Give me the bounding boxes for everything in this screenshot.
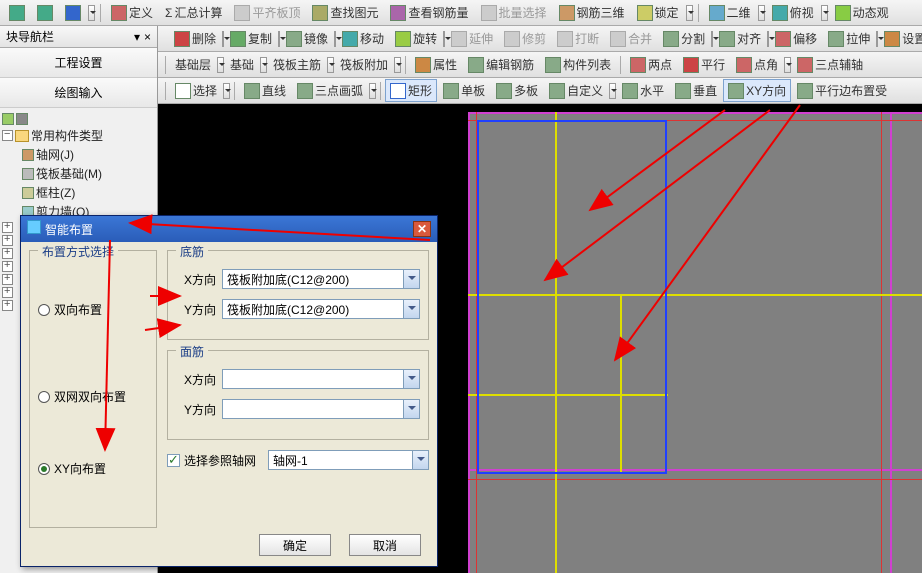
ok-button[interactable]: 确定: [259, 534, 331, 556]
find-button[interactable]: 查找图元: [307, 1, 383, 24]
top-rebar-label: 面筋: [176, 343, 208, 360]
lock-button[interactable]: 锁定: [632, 1, 684, 24]
radio-dualnet[interactable]: 双网双向布置: [38, 388, 148, 405]
tree-root[interactable]: 常用构件类型: [2, 126, 155, 145]
list-button[interactable]: 构件列表: [540, 53, 616, 76]
viewbar-button[interactable]: 查看钢筋量: [385, 1, 473, 24]
vert-button[interactable]: 垂直: [670, 79, 722, 102]
arc-button[interactable]: 三点画弧: [292, 79, 368, 102]
nav-title: 块导航栏 ▾ ×: [0, 26, 157, 48]
paraedge-button[interactable]: 平行边布置受: [792, 79, 892, 102]
floor-combo[interactable]: 基础层: [170, 53, 216, 76]
prop-button[interactable]: 属性: [410, 53, 462, 76]
tree-item-raft[interactable]: 筏板基础(M): [22, 164, 155, 183]
save-button[interactable]: [60, 2, 86, 24]
bottom-rebar-label: 底筋: [176, 243, 208, 260]
sum-button[interactable]: Σ汇总计算: [160, 1, 227, 24]
break-button[interactable]: 打断: [552, 27, 604, 50]
draw-toolbar: 选择 直线 三点画弧 矩形 单板 多板 自定义 水平 垂直 XY方向 平行边布置…: [158, 78, 922, 104]
select-button[interactable]: 选择: [170, 79, 222, 102]
dropdown-arrow[interactable]: [686, 5, 693, 21]
ref-grid-label: 选择参照轴网: [184, 452, 256, 469]
trim-button[interactable]: 修剪: [499, 27, 551, 50]
persp-button[interactable]: 俯视: [767, 1, 819, 24]
batch-button[interactable]: 批量选择: [476, 1, 552, 24]
para-button[interactable]: 平行: [678, 53, 730, 76]
mainbar-combo[interactable]: 筏板主筋: [268, 53, 326, 76]
dialog-titlebar[interactable]: 智能布置 ✕: [21, 216, 437, 242]
xdir-label: X方向: [176, 271, 216, 288]
delete-button[interactable]: 删除: [169, 27, 221, 50]
redo-button[interactable]: [32, 2, 58, 24]
extend-button[interactable]: 延伸: [446, 27, 498, 50]
tree-item-grid[interactable]: 轴网(J): [22, 145, 155, 164]
copy-button[interactable]: 复制: [225, 27, 277, 50]
rotate-button[interactable]: 旋转: [390, 27, 442, 50]
bottom-x-combo[interactable]: 筏板附加底(C12@200): [222, 269, 420, 289]
split-button[interactable]: 分割: [658, 27, 710, 50]
dropdown-arrow[interactable]: [88, 5, 95, 21]
2d-button[interactable]: 二维: [704, 1, 756, 24]
top-y-combo[interactable]: [222, 399, 420, 419]
dialog-icon: [27, 220, 41, 234]
ref-grid-combo[interactable]: 轴网-1: [268, 450, 429, 470]
custom-button[interactable]: 自定义: [544, 79, 608, 102]
single-button[interactable]: 单板: [438, 79, 490, 102]
align-button[interactable]: 对齐: [714, 27, 766, 50]
bar3d-button[interactable]: 钢筋三维: [554, 1, 630, 24]
tree-item-col[interactable]: 框柱(Z): [22, 183, 155, 202]
top-x-combo[interactable]: [222, 369, 420, 389]
two-button[interactable]: 两点: [625, 53, 677, 76]
multi-button[interactable]: 多板: [491, 79, 543, 102]
dropdown-arrow[interactable]: [758, 5, 765, 21]
rect-button[interactable]: 矩形: [385, 79, 437, 102]
line-button[interactable]: 直线: [239, 79, 291, 102]
tab-project[interactable]: 工程设置: [0, 48, 157, 78]
flatten-button[interactable]: 平齐板顶: [229, 1, 305, 24]
close-icon[interactable]: ×: [144, 30, 151, 44]
dropdown-arrow[interactable]: [821, 5, 828, 21]
close-button[interactable]: ✕: [413, 221, 431, 237]
component-toolbar: 基础层 基础 筏板主筋 筏板附加 属性 编辑钢筋 构件列表 两点 平行 点角 三…: [158, 52, 922, 78]
ydir-label: Y方向: [176, 301, 216, 318]
settings-button[interactable]: 设置: [879, 27, 922, 50]
tree-toolbar[interactable]: [2, 112, 155, 126]
xy-button[interactable]: XY方向: [723, 79, 791, 102]
ref-grid-check[interactable]: [167, 454, 180, 467]
merge-button[interactable]: 合并: [605, 27, 657, 50]
smart-place-dialog: 智能布置 ✕ 布置方式选择 双向布置 双网双向布置 XY向布置 底筋 X方向 筏…: [20, 215, 438, 567]
move-button[interactable]: 移动: [337, 27, 389, 50]
radio-bidir[interactable]: 双向布置: [38, 301, 148, 318]
aux-button[interactable]: 三点辅轴: [792, 53, 868, 76]
base-combo[interactable]: 基础: [225, 53, 259, 76]
bottom-y-combo[interactable]: 筏板附加底(C12@200): [222, 299, 420, 319]
define-button[interactable]: 定义: [106, 1, 158, 24]
undo-button[interactable]: [4, 2, 30, 24]
tab-draw[interactable]: 绘图输入: [0, 78, 157, 108]
cancel-button[interactable]: 取消: [349, 534, 421, 556]
dynobs-button[interactable]: 动态观: [830, 1, 894, 24]
pin-icon[interactable]: ▾: [134, 30, 140, 44]
addlbar-combo[interactable]: 筏板附加: [335, 53, 393, 76]
radio-xy[interactable]: XY向布置: [38, 460, 148, 477]
horiz-button[interactable]: 水平: [617, 79, 669, 102]
offset-button[interactable]: 偏移: [770, 27, 822, 50]
mode-group-label: 布置方式选择: [38, 243, 118, 260]
mirror-button[interactable]: 镜像: [281, 27, 333, 50]
main-toolbar: 定义 Σ汇总计算 平齐板顶 查找图元 查看钢筋量 批量选择 钢筋三维 锁定 二维…: [0, 0, 922, 26]
edit-toolbar: 删除 复制 镜像 移动 旋转 延伸 修剪 打断 合并 分割 对齐 偏移 拉伸 设…: [158, 26, 922, 52]
stretch-button[interactable]: 拉伸: [823, 27, 875, 50]
angle-button[interactable]: 点角: [731, 53, 783, 76]
editbar-button[interactable]: 编辑钢筋: [463, 53, 539, 76]
